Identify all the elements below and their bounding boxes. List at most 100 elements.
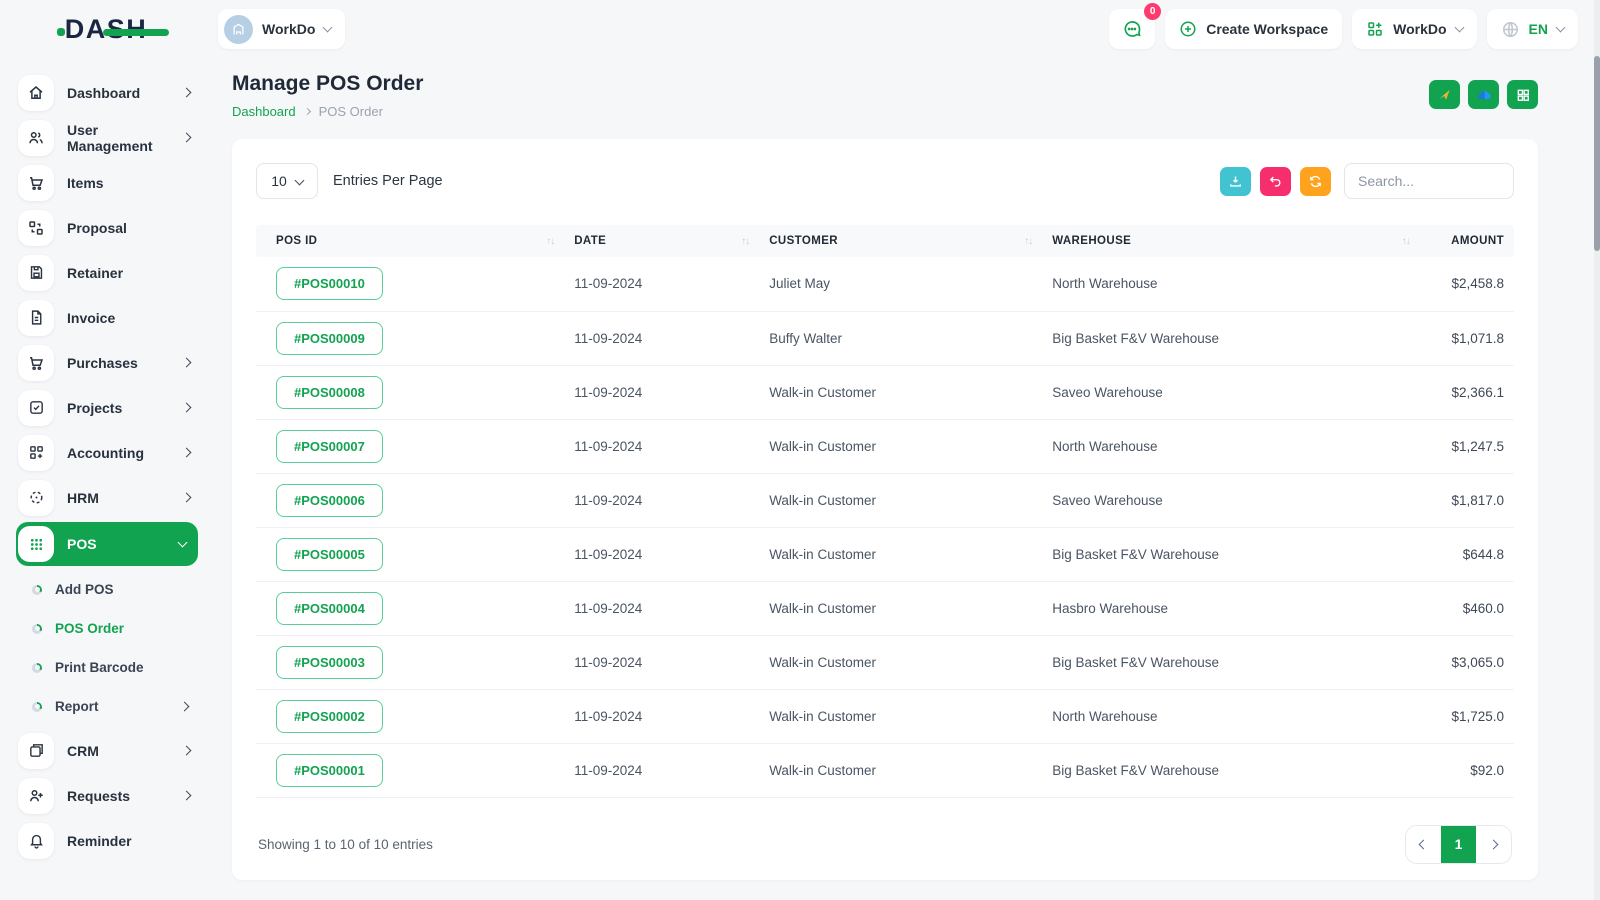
workspace-label: WorkDo — [262, 21, 316, 37]
sidebar-item-requests[interactable]: Requests — [16, 773, 198, 818]
sidebar-subitem-report[interactable]: Report — [32, 687, 198, 726]
grid-plus-icon — [29, 446, 43, 459]
warehouse-cell: Big Basket F&V Warehouse — [1042, 635, 1420, 690]
company-menu-label: WorkDo — [1393, 21, 1447, 37]
col-header-warehouse[interactable]: WAREHOUSE ↑↓ — [1042, 225, 1420, 257]
pos-id-link[interactable]: #POS00001 — [276, 753, 383, 787]
chevron-right-icon — [1488, 839, 1499, 849]
bullet-icon — [32, 701, 42, 712]
chevron-right-icon — [181, 745, 192, 756]
entries-per-page-label: Entries Per Page — [333, 173, 443, 189]
prev-page-button[interactable] — [1406, 825, 1441, 863]
top-bar: DASH WorkDo 0 Create Workspace WorkDo — [0, 0, 1600, 58]
sidebar-item-pos[interactable]: POS — [16, 522, 198, 566]
date-cell: 11-09-2024 — [564, 419, 760, 474]
sidebar-item-reminder[interactable]: Reminder — [16, 818, 198, 863]
entries-summary: Showing 1 to 10 of 10 entries — [258, 836, 433, 852]
chevron-right-icon — [181, 492, 192, 503]
brand-logo[interactable]: DASH — [0, 14, 212, 45]
col-header-date[interactable]: DATE ↑↓ — [564, 225, 760, 257]
date-cell: 11-09-2024 — [564, 743, 760, 798]
sidebar-subitem-pos-order[interactable]: POS Order — [32, 609, 198, 648]
customer-cell: Walk-in Customer — [759, 473, 1043, 528]
amount-cell: $1,071.8 — [1419, 311, 1514, 366]
sort-icon: ↑↓ — [1401, 235, 1411, 247]
sidebar-item-dashboard[interactable]: Dashboard — [16, 70, 198, 115]
building-icon — [233, 23, 244, 34]
pos-id-link[interactable]: #POS00005 — [276, 537, 383, 571]
yellow-arrow-icon — [1439, 90, 1450, 100]
pos-id-link[interactable]: #POS00008 — [276, 375, 383, 409]
table-row: #POS00010 11-09-2024 Juliet May North Wa… — [256, 257, 1514, 312]
scrollbar-thumb[interactable] — [1594, 56, 1600, 251]
copy-card-icon — [29, 744, 43, 757]
date-cell: 11-09-2024 — [564, 527, 760, 582]
export-download-button[interactable] — [1220, 166, 1251, 196]
breadcrumb-current: POS Order — [318, 104, 383, 119]
pos-id-link[interactable]: #POS00007 — [276, 429, 383, 463]
sidebar-item-user-management[interactable]: User Management — [16, 115, 198, 160]
sidebar-item-projects[interactable]: Projects — [16, 385, 198, 430]
pos-id-link[interactable]: #POS00009 — [276, 321, 383, 355]
cloud-sync-button[interactable] — [1468, 80, 1499, 109]
breadcrumb-dashboard-link[interactable]: Dashboard — [232, 104, 296, 119]
sidebar-subitem-print-barcode[interactable]: Print Barcode — [32, 648, 198, 687]
sidebar-item-hrm[interactable]: HRM — [16, 475, 198, 520]
chevron-down-icon — [322, 22, 333, 33]
sidebar-item-crm[interactable]: CRM — [16, 728, 198, 773]
table-row: #POS00005 11-09-2024 Walk-in Customer Bi… — [256, 527, 1514, 582]
sidebar-item-purchases[interactable]: Purchases — [16, 340, 198, 385]
table-row: #POS00002 11-09-2024 Walk-in Customer No… — [256, 689, 1514, 744]
date-cell: 11-09-2024 — [564, 581, 760, 636]
customer-cell: Juliet May — [759, 257, 1043, 312]
col-header-customer[interactable]: CUSTOMER ↑↓ — [759, 225, 1043, 257]
col-header-amount[interactable]: AMOUNT — [1419, 225, 1514, 257]
undo-button[interactable] — [1260, 166, 1291, 196]
table-row: #POS00004 11-09-2024 Walk-in Customer Ha… — [256, 581, 1514, 636]
chevron-right-icon — [181, 447, 192, 458]
language-label: EN — [1528, 21, 1548, 37]
messages-button[interactable]: 0 — [1109, 3, 1162, 49]
users-icon — [29, 131, 43, 143]
search-input[interactable] — [1344, 163, 1514, 199]
refresh-button[interactable] — [1300, 166, 1331, 196]
pos-id-link[interactable]: #POS00004 — [276, 591, 383, 625]
pos-id-link[interactable]: #POS00006 — [276, 483, 383, 517]
create-workspace-label: Create Workspace — [1206, 21, 1329, 37]
customer-cell: Buffy Walter — [759, 311, 1043, 366]
cart-icon — [30, 356, 44, 370]
user-plus-icon — [30, 789, 43, 801]
chevron-down-icon — [1555, 22, 1566, 33]
chevron-down-icon — [294, 175, 305, 185]
pos-id-link[interactable]: #POS00010 — [276, 267, 383, 301]
pos-id-link[interactable]: #POS00003 — [276, 645, 383, 679]
drive-share-button[interactable] — [1429, 80, 1460, 109]
col-header-pos-id[interactable]: POS ID ↑↓ — [256, 225, 565, 257]
customer-cell: Walk-in Customer — [759, 635, 1043, 690]
sidebar-item-invoice[interactable]: Invoice — [16, 295, 198, 340]
table-row: #POS00007 11-09-2024 Walk-in Customer No… — [256, 419, 1514, 474]
date-cell: 11-09-2024 — [564, 473, 760, 528]
scrollbar-track[interactable] — [1594, 0, 1600, 900]
pos-id-link[interactable]: #POS00002 — [276, 699, 383, 733]
sidebar-item-proposal[interactable]: Proposal — [16, 205, 198, 250]
create-workspace-button[interactable]: Create Workspace — [1165, 9, 1343, 49]
next-page-button[interactable] — [1476, 825, 1511, 863]
sidebar-subitem-add-pos[interactable]: Add POS — [32, 570, 198, 609]
chevron-down-icon — [1454, 22, 1464, 33]
sidebar-item-items[interactable]: Items — [16, 160, 198, 205]
sidebar-item-accounting[interactable]: Accounting — [16, 430, 198, 475]
grid-view-button[interactable] — [1507, 80, 1538, 109]
amount-cell: $1,247.5 — [1419, 419, 1514, 474]
language-selector[interactable]: EN — [1486, 9, 1578, 49]
date-cell: 11-09-2024 — [564, 365, 760, 420]
entries-per-page-select[interactable]: 10 — [256, 163, 318, 199]
workspace-switcher[interactable]: WorkDo — [218, 9, 346, 49]
sidebar-item-retainer[interactable]: Retainer — [16, 250, 198, 295]
company-menu-button[interactable]: WorkDo — [1352, 9, 1477, 49]
amount-cell: $3,065.0 — [1419, 635, 1514, 690]
sort-icon: ↑↓ — [741, 235, 750, 247]
page-actions — [1429, 80, 1538, 109]
page-number-current[interactable]: 1 — [1441, 825, 1476, 863]
check-square-icon — [29, 401, 43, 414]
